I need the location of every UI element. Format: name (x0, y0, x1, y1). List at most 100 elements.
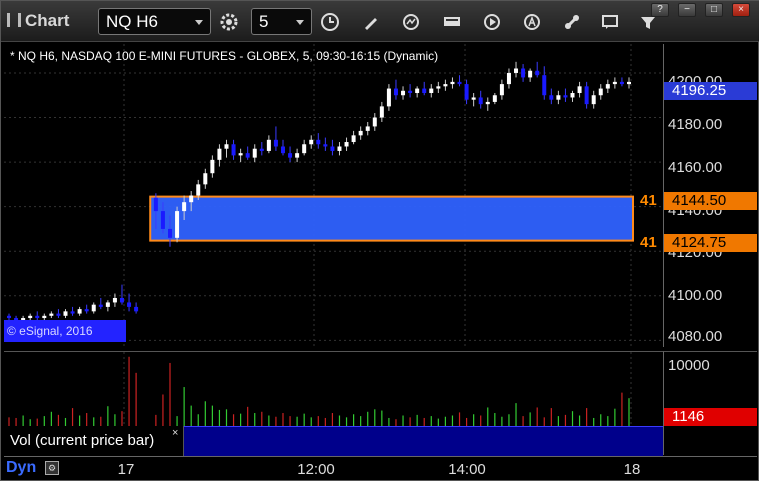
help-button[interactable]: ? (651, 3, 669, 17)
close-study-icon[interactable]: × (172, 427, 178, 439)
volume-study-label[interactable]: Vol (current price bar) (4, 426, 184, 456)
candle-body (189, 195, 194, 203)
comment-icon[interactable] (597, 9, 623, 35)
candle-body (577, 86, 582, 94)
candle-body (266, 139, 271, 151)
candle-body (499, 84, 504, 96)
candle-body (175, 211, 180, 238)
chevron-down-icon[interactable] (195, 20, 203, 25)
symbol-value: NQ H6 (106, 12, 158, 31)
time-label: 17 (117, 461, 135, 478)
candle-body (77, 309, 82, 314)
candle-body (245, 153, 250, 158)
candle-body (429, 88, 434, 94)
candle-body (153, 197, 158, 212)
volume-scale-label: 10000 (668, 357, 710, 374)
candle-body (612, 81, 617, 85)
candle-body (408, 90, 413, 94)
interval-settings-icon[interactable] (216, 9, 242, 35)
price-scale[interactable]: 4200.00 4180.00 4160.00 4140.00 4120.00 … (663, 44, 757, 347)
time-label: 14:00 (448, 461, 486, 478)
candle-body (252, 148, 257, 158)
candle-body (224, 144, 229, 149)
candle-body (127, 302, 132, 307)
candle-body (217, 148, 222, 160)
candle-body (35, 315, 40, 319)
studies-icon[interactable] (398, 9, 424, 35)
candle-body (422, 88, 427, 94)
candle-body (182, 202, 187, 212)
candle-body (7, 315, 11, 319)
alert-icon[interactable] (519, 9, 545, 35)
zone-lower-price-tag: 4124.75 (664, 234, 757, 252)
volume-scale[interactable]: 10000 0 1146 (663, 351, 757, 455)
minimize-button[interactable]: − (678, 3, 696, 17)
clock-icon[interactable] (317, 9, 343, 35)
chevron-down-icon[interactable] (296, 20, 304, 25)
candle-body (280, 146, 285, 154)
candle-body (105, 302, 110, 307)
interval-selector[interactable]: 5 (251, 8, 312, 35)
chart-window: Chart NQ H6 5 ? − □ × * NQ H6, NASDAQ 10… (0, 0, 759, 481)
toolbar: Chart NQ H6 5 ? − □ × (1, 1, 759, 42)
dynamic-mode-label[interactable]: Dyn (6, 459, 36, 477)
candle-body (563, 95, 568, 98)
maximize-button[interactable]: □ (705, 3, 723, 17)
candle-body (273, 139, 278, 147)
studies-glyph (403, 14, 419, 30)
candle-body (231, 144, 236, 156)
price-label: 4160.00 (668, 159, 723, 176)
candle-body (570, 93, 575, 98)
candle-body (98, 304, 103, 307)
chart-settings-icon[interactable]: ⚙ (45, 461, 59, 475)
time-axis[interactable]: Dyn ⚙ 17 12:00 14:00 18 (4, 456, 757, 480)
candle-body (302, 144, 307, 154)
quote-board-icon[interactable] (439, 9, 465, 35)
candle-body (28, 315, 33, 319)
candle-body (309, 139, 314, 145)
candle-body (393, 88, 398, 96)
pencil-draw-icon[interactable] (358, 9, 384, 35)
current-price-tag: 4196.25 (664, 82, 757, 100)
price-label: 4100.00 (668, 287, 723, 304)
symbol-selector[interactable]: NQ H6 (98, 8, 211, 35)
candle-body (70, 311, 75, 314)
pencil-glyph (365, 18, 377, 30)
interval-value: 5 (259, 12, 269, 31)
price-chart[interactable] (4, 44, 663, 347)
play-icon[interactable] (479, 9, 505, 35)
volume-pane[interactable]: Vol (current price bar) × (4, 351, 663, 456)
close-button[interactable]: × (732, 3, 750, 17)
play-glyph (484, 14, 500, 30)
candle-body (528, 70, 533, 78)
candle-body (619, 81, 624, 85)
zone-lower-marker: 41 (640, 234, 657, 251)
gear-icon (220, 13, 238, 31)
candle-body (457, 81, 462, 85)
time-label: 18 (623, 461, 641, 478)
candle-body (492, 95, 497, 102)
candle-body (372, 117, 377, 127)
price-label: 4080.00 (668, 328, 723, 345)
candle-body (344, 142, 349, 147)
candle-body (288, 153, 293, 158)
candle-body (42, 315, 47, 319)
candle-body (160, 211, 165, 229)
candle-body (478, 97, 483, 105)
candle-body (84, 309, 89, 312)
candle-body (598, 88, 603, 96)
candle-body (627, 81, 631, 85)
price-pane[interactable]: * NQ H6, NASDAQ 100 E-MINI FUTURES - GLO… (4, 44, 663, 347)
candle-body (330, 146, 335, 151)
candle-body (168, 228, 173, 238)
candle-body (365, 126, 370, 131)
link-icon[interactable] (559, 9, 585, 35)
quote-glyph (444, 17, 460, 26)
candle-body (134, 306, 139, 312)
app-title: Chart (7, 11, 69, 31)
candle-body (471, 97, 476, 100)
comment-glyph (602, 15, 618, 29)
alert-glyph (524, 14, 540, 30)
candle-body (542, 75, 547, 96)
candle-body (443, 84, 448, 87)
